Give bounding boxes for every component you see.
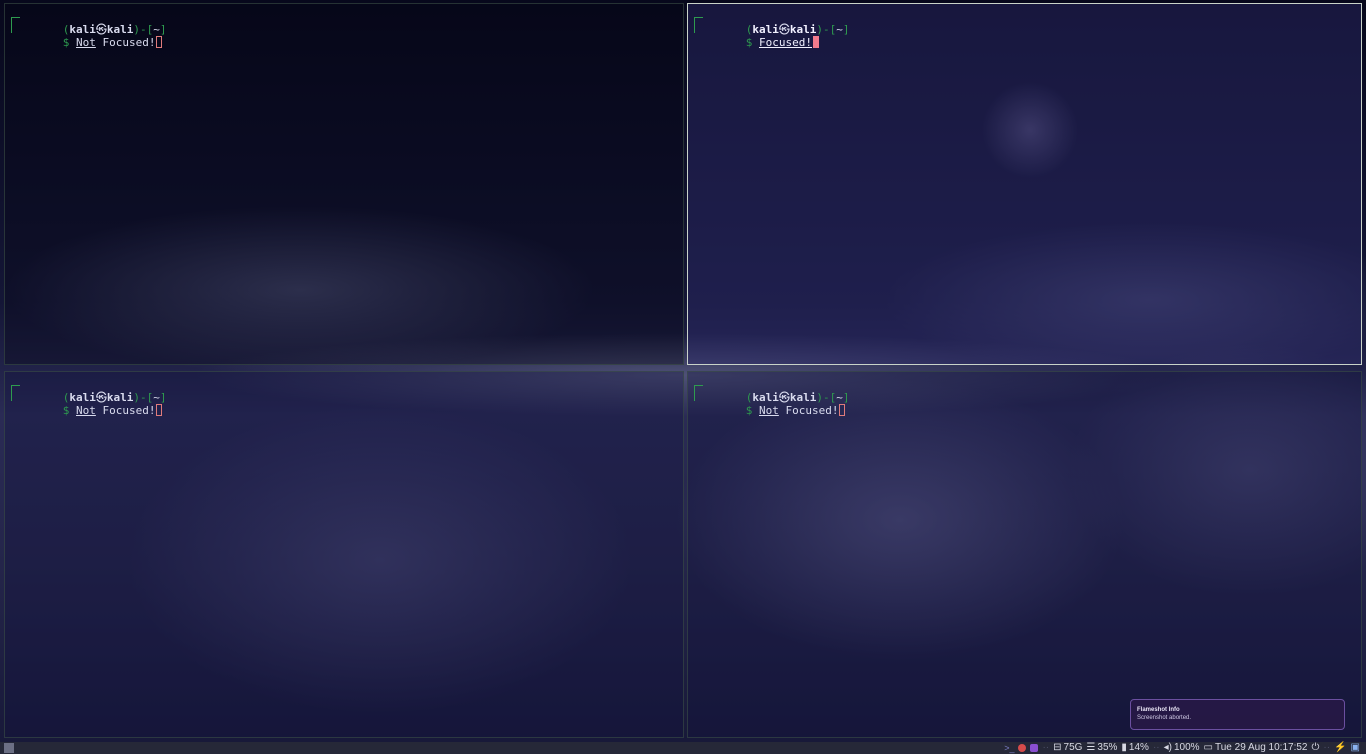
memory-icon: ☰	[1086, 742, 1096, 753]
command-text: Not Focused!	[76, 404, 156, 417]
volume-status[interactable]: ◂) 100%	[1164, 742, 1200, 754]
volume-value: 100%	[1173, 742, 1200, 753]
notification-title: Flameshot Info	[1137, 707, 1180, 713]
keyboard-icon: ▭	[1203, 742, 1213, 753]
command-text: Not Focused!	[759, 404, 839, 417]
terminal-cursor	[812, 36, 819, 48]
memory-value: 35%	[1097, 742, 1118, 753]
prompt-line: (kali㉿kali)-[~]	[694, 380, 1355, 404]
power-icon[interactable]: ⏻	[1312, 742, 1320, 754]
prompt-dollar: $	[745, 36, 753, 49]
terminal-top-left[interactable]: (kali㉿kali)-[~] $ Not Focused!	[4, 3, 684, 365]
battery-value: 14%	[1128, 742, 1149, 753]
desktop-wallpaper: (kali㉿kali)-[~] $ Not Focused! (kali㉿kal…	[0, 0, 1366, 754]
disk-icon: ⊟	[1053, 742, 1062, 753]
command-line: $ Not Focused!	[23, 392, 677, 417]
workspace-indicator[interactable]	[4, 743, 14, 753]
memory-status: ☰ 35%	[1086, 742, 1117, 754]
battery-icon: ▮	[1121, 742, 1127, 753]
flameshot-notification[interactable]: Flameshot Info Screenshot aborted.	[1130, 699, 1345, 730]
command-line: $ Focused!	[706, 24, 1355, 49]
prompt-dollar: $	[745, 404, 753, 417]
clock[interactable]: ▭ Tue 29 Aug 10:17:52	[1204, 742, 1308, 754]
command-line: $ Not Focused!	[23, 24, 677, 49]
volume-icon: ◂)	[1163, 742, 1172, 753]
prompt-corner	[694, 17, 703, 33]
notification-body: Screenshot aborted.	[1137, 715, 1192, 721]
terminal-bottom-left[interactable]: (kali㉿kali)-[~] $ Not Focused!	[4, 371, 684, 738]
prompt-corner	[11, 385, 20, 401]
terminal-cursor	[839, 404, 846, 416]
terminal-cursor	[156, 36, 163, 48]
prompt-line: (kali㉿kali)-[~]	[11, 380, 677, 404]
prompt-line: (kali㉿kali)-[~]	[694, 12, 1355, 36]
terminal-cursor	[156, 404, 163, 416]
command-text: Focused!	[759, 36, 812, 49]
terminal-icon[interactable]: >_	[1004, 742, 1014, 754]
taskbar: >_ ·· ⊟ 75G ☰ 35% ▮ 14% ·· ◂) 100% ▭ Tue 29 A…	[0, 742, 1366, 754]
system-tray: >_ ·· ⊟ 75G ☰ 35% ▮ 14% ·· ◂) 100% ▭ Tue 29 A…	[1004, 742, 1360, 754]
datetime-value: Tue 29 Aug 10:17:52	[1215, 742, 1308, 753]
command-line: $ Not Focused!	[706, 392, 1355, 417]
prompt-dollar: $	[62, 404, 70, 417]
display-icon[interactable]: ▣	[1351, 742, 1360, 754]
disk-value: 75G	[1063, 742, 1083, 753]
terminal-top-right[interactable]: (kali㉿kali)-[~] $ Focused!	[687, 3, 1362, 365]
prompt-line: (kali㉿kali)-[~]	[11, 12, 677, 36]
prompt-corner	[11, 17, 20, 33]
app-icon[interactable]	[1030, 744, 1039, 752]
prompt-corner	[694, 385, 703, 401]
kali-icon[interactable]	[1018, 744, 1027, 752]
battery-status: ▮ 14%	[1121, 742, 1149, 754]
disk-status: ⊟ 75G	[1053, 742, 1082, 754]
network-icon[interactable]: ⚡	[1334, 742, 1346, 754]
command-text: Not Focused!	[76, 36, 156, 49]
terminal-bottom-right[interactable]: (kali㉿kali)-[~] $ Not Focused!	[687, 371, 1362, 738]
prompt-dollar: $	[62, 36, 70, 49]
